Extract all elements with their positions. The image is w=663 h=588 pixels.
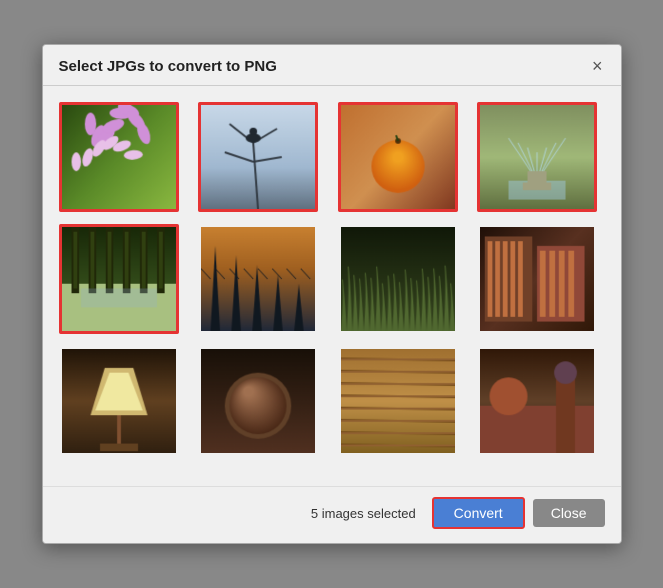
convert-button[interactable]: Convert — [432, 497, 525, 529]
image-cell-10[interactable] — [338, 346, 458, 456]
image-thumbnail-4 — [62, 227, 176, 331]
image-cell-7[interactable] — [477, 224, 597, 334]
convert-dialog: Select JPGs to convert to PNG × 5 images… — [42, 44, 622, 544]
image-cell-4[interactable] — [59, 224, 179, 334]
image-cell-11[interactable] — [477, 346, 597, 456]
image-thumbnail-6 — [341, 227, 455, 331]
image-cell-1[interactable] — [198, 102, 318, 212]
dialog-body — [43, 86, 621, 486]
dialog-header: Select JPGs to convert to PNG × — [43, 45, 621, 86]
image-thumbnail-8 — [62, 349, 176, 453]
image-grid — [59, 102, 605, 456]
image-thumbnail-2 — [341, 105, 455, 209]
image-thumbnail-9 — [201, 349, 315, 453]
image-cell-0[interactable] — [59, 102, 179, 212]
dialog-close-button[interactable]: × — [590, 57, 605, 75]
dialog-title: Select JPGs to convert to PNG — [59, 58, 277, 75]
dialog-footer: 5 images selected Convert Close — [43, 486, 621, 543]
image-thumbnail-7 — [480, 227, 594, 331]
image-cell-2[interactable] — [338, 102, 458, 212]
image-cell-6[interactable] — [338, 224, 458, 334]
image-thumbnail-1 — [201, 105, 315, 209]
image-thumbnail-0 — [62, 105, 176, 209]
image-cell-5[interactable] — [198, 224, 318, 334]
image-cell-9[interactable] — [198, 346, 318, 456]
image-thumbnail-3 — [480, 105, 594, 209]
image-thumbnail-11 — [480, 349, 594, 453]
image-cell-3[interactable] — [477, 102, 597, 212]
image-thumbnail-5 — [201, 227, 315, 331]
close-button[interactable]: Close — [533, 499, 605, 527]
image-thumbnail-10 — [341, 349, 455, 453]
image-cell-8[interactable] — [59, 346, 179, 456]
status-text: 5 images selected — [311, 506, 416, 521]
